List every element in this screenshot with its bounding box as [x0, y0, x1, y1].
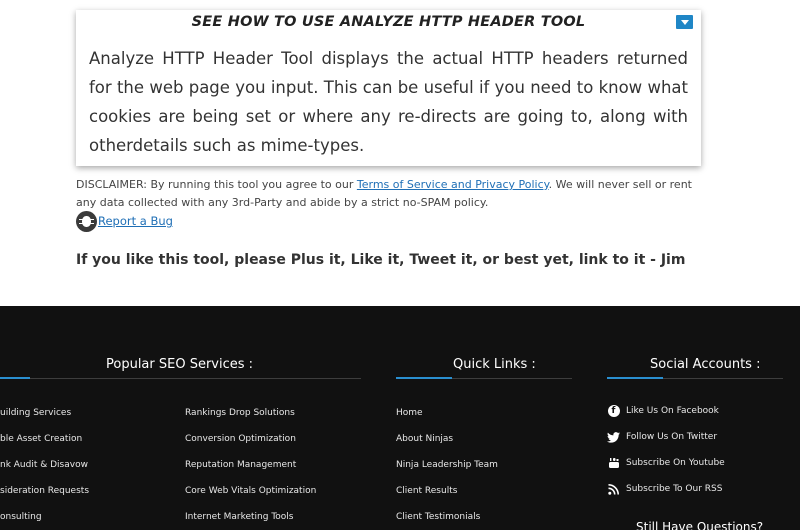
social-rss-label: Subscribe To Our RSS — [626, 484, 723, 494]
social-twitter[interactable]: Follow Us On Twitter — [607, 431, 717, 443]
popular-link-10[interactable]: Internet Marketing Tools — [185, 512, 293, 522]
social-facebook-label: Like Us On Facebook — [626, 406, 719, 416]
youtube-icon — [607, 457, 620, 469]
popular-link-9[interactable]: Core Web Vitals Optimization — [185, 486, 316, 496]
social-youtube[interactable]: Subscribe On Youtube — [607, 457, 725, 469]
panel-description: Analyze HTTP Header Tool displays the ac… — [89, 49, 688, 155]
social-rss[interactable]: Subscribe To Our RSS — [607, 483, 722, 495]
still-have-questions: Still Have Questions? — [636, 520, 764, 530]
popular-link-7[interactable]: Conversion Optimization — [185, 434, 296, 444]
twitter-icon — [607, 431, 620, 443]
chevron-down-icon — [680, 19, 689, 25]
popular-link-8[interactable]: Reputation Management — [185, 460, 296, 470]
panel-title: SEE HOW TO USE ANALYZE HTTP HEADER TOOL — [191, 14, 586, 30]
report-bug: Report a Bug — [76, 210, 173, 232]
popular-link-1[interactable]: uilding Services — [0, 408, 71, 418]
tool-content: SEE HOW TO USE ANALYZE HTTP HEADER TOOL … — [0, 0, 800, 306]
disclaimer-text: DISCLAIMER: By running this tool you agr… — [76, 176, 706, 212]
social-divider — [607, 377, 783, 379]
popular-link-2[interactable]: ble Asset Creation — [0, 434, 82, 444]
popular-divider — [0, 377, 361, 379]
how-to-use-panel: SEE HOW TO USE ANALYZE HTTP HEADER TOOL … — [76, 10, 701, 166]
quick-link-about[interactable]: About Ninjas — [396, 434, 453, 444]
bug-icon — [76, 210, 97, 232]
popular-link-3[interactable]: nk Audit & Disavow — [0, 460, 88, 470]
report-bug-link[interactable]: Report a Bug — [98, 214, 173, 228]
social-facebook[interactable]: f Like Us On Facebook — [607, 405, 719, 417]
share-plea: If you like this tool, please Plus it, L… — [76, 252, 686, 268]
facebook-icon: f — [607, 405, 620, 417]
site-footer: Popular SEO Services : Quick Links : Soc… — [0, 306, 800, 530]
social-youtube-label: Subscribe On Youtube — [626, 458, 725, 468]
terms-link[interactable]: Terms of Service and Privacy Policy — [357, 178, 549, 191]
popular-services-title: Popular SEO Services : — [106, 357, 254, 372]
collapse-toggle-button[interactable] — [676, 15, 693, 29]
popular-link-5[interactable]: onsulting — [0, 512, 42, 522]
rss-icon — [607, 483, 620, 495]
quick-divider — [396, 377, 572, 379]
popular-link-4[interactable]: sideration Requests — [0, 486, 89, 496]
quick-link-results[interactable]: Client Results — [396, 486, 457, 496]
social-title: Social Accounts : — [650, 357, 761, 372]
social-twitter-label: Follow Us On Twitter — [626, 432, 718, 442]
quick-links-title: Quick Links : — [453, 357, 536, 372]
quick-link-home[interactable]: Home — [396, 408, 423, 418]
disclaimer-prefix: DISCLAIMER: By running this tool you agr… — [76, 178, 357, 191]
quick-link-testimonials[interactable]: Client Testimonials — [396, 512, 480, 522]
popular-link-6[interactable]: Rankings Drop Solutions — [185, 408, 295, 418]
quick-link-leadership[interactable]: Ninja Leadership Team — [396, 460, 498, 470]
